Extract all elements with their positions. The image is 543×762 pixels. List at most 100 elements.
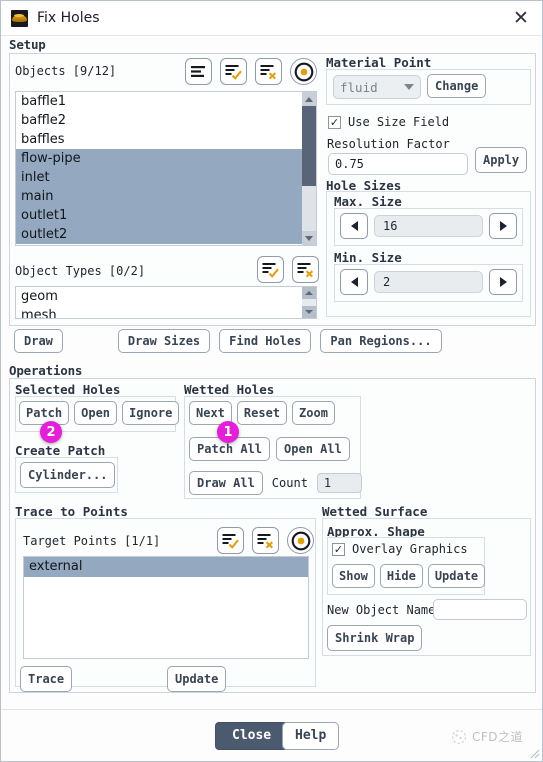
scroll-down-icon[interactable]: [302, 306, 316, 318]
overlay-graphics-row: ✓ Overlay Graphics: [332, 542, 468, 556]
objects-listbox[interactable]: baffle1 baffle2 baffles flow-pipe inlet …: [15, 91, 317, 246]
list-item[interactable]: outlet1: [16, 206, 316, 225]
object-types-list[interactable]: geom mesh: [16, 287, 316, 318]
target-icon[interactable]: [290, 58, 317, 85]
list-item[interactable]: geom: [16, 287, 316, 306]
new-object-name-label: New Object Name: [327, 603, 436, 617]
scroll-up-icon[interactable]: [302, 287, 316, 299]
object-types-listbox[interactable]: geom mesh: [15, 286, 317, 319]
step-badge-2: 2: [40, 421, 62, 443]
draw-all-button[interactable]: Draw All: [189, 471, 263, 495]
deselect-all-icon[interactable]: [292, 256, 319, 283]
shrink-wrap-button[interactable]: Shrink Wrap: [327, 625, 423, 651]
list-item[interactable]: baffle1: [16, 92, 316, 111]
object-types-label: Object Types [0/2]: [15, 264, 146, 278]
deselect-all-icon[interactable]: [255, 58, 282, 85]
overlay-graphics-label: Overlay Graphics: [352, 542, 468, 556]
overlay-graphics-checkbox[interactable]: ✓: [332, 542, 345, 556]
material-point-value: fluid: [340, 79, 378, 95]
min-size-stepper[interactable]: 2: [340, 269, 517, 295]
scrollbar-thumb[interactable]: [302, 106, 316, 186]
scrollbar-track[interactable]: [302, 186, 316, 231]
watermark-text: CFD之道: [472, 730, 524, 744]
scroll-up-icon[interactable]: [302, 92, 316, 106]
list-all-icon[interactable]: [185, 58, 212, 85]
wetted-holes-row2: Patch All Open All: [189, 437, 350, 461]
use-size-field-label: Use Size Field: [348, 115, 450, 129]
list-item[interactable]: mesh: [16, 306, 316, 318]
list-item[interactable]: inlet: [16, 168, 316, 187]
list-item[interactable]: flow-pipe: [16, 149, 316, 168]
pan-regions-button[interactable]: Pan Regions...: [320, 329, 442, 353]
target-icon[interactable]: [287, 527, 314, 554]
resolution-factor-label: Resolution Factor: [327, 137, 450, 151]
objects-toolbar: [185, 58, 317, 85]
open-all-button[interactable]: Open All: [276, 437, 350, 461]
show-button[interactable]: Show: [332, 564, 375, 588]
update-button[interactable]: Update: [167, 666, 227, 692]
watermark: CFD之道: [451, 728, 523, 745]
target-points-listbox[interactable]: external: [23, 556, 309, 659]
use-size-field-checkbox[interactable]: ✓: [328, 115, 341, 129]
list-item[interactable]: external: [24, 557, 308, 577]
setup-group-label: Setup: [9, 37, 46, 52]
select-all-icon[interactable]: [220, 58, 247, 85]
min-size-increment[interactable]: [489, 269, 517, 295]
mesh-icon: [11, 9, 28, 27]
footer-divider: [1, 709, 542, 710]
zoom-button[interactable]: Zoom: [292, 401, 335, 425]
objects-scrollbar[interactable]: [302, 92, 316, 245]
wetted-holes-row3: Draw All Count 1: [189, 471, 362, 495]
min-size-label: Min. Size: [334, 250, 402, 265]
max-size-stepper[interactable]: 16: [340, 213, 517, 239]
approx-shape-buttons: Show Hide Update: [332, 564, 486, 588]
count-label: Count: [271, 476, 308, 490]
target-points-toolbar: [217, 527, 314, 554]
scroll-down-icon[interactable]: [302, 231, 316, 245]
hide-button[interactable]: Hide: [379, 564, 423, 588]
select-all-icon[interactable]: [257, 256, 284, 283]
reset-button[interactable]: Reset: [236, 401, 288, 425]
list-item[interactable]: outlet2: [16, 225, 316, 244]
ignore-button[interactable]: Ignore: [122, 401, 180, 425]
material-point-label: Material Point: [326, 55, 432, 70]
new-object-name-input[interactable]: [433, 599, 527, 620]
close-button[interactable]: Close: [215, 722, 289, 750]
cylinder-button[interactable]: Cylinder...: [20, 462, 116, 488]
list-item[interactable]: baffles: [16, 130, 316, 149]
trace-button[interactable]: Trace: [20, 666, 73, 692]
open-button[interactable]: Open: [74, 401, 118, 425]
fix-holes-dialog: Fix Holes ✕ Setup Objects [9/12] baffle1…: [0, 0, 543, 762]
resize-grip-icon[interactable]: [528, 747, 540, 759]
create-patch-label: Create Patch: [15, 443, 106, 458]
min-size-decrement[interactable]: [340, 269, 368, 295]
setup-actions: Draw Draw Sizes Find Holes Pan Regions..…: [14, 329, 449, 353]
object-types-scrollbar[interactable]: [302, 287, 316, 318]
list-item[interactable]: main: [16, 187, 316, 206]
target-points-label: Target Points [1/1]: [23, 534, 161, 548]
material-point-select[interactable]: fluid: [333, 75, 421, 99]
apply-button[interactable]: Apply: [475, 147, 528, 173]
select-all-icon[interactable]: [217, 527, 244, 554]
resolution-factor-input[interactable]: 0.75: [328, 153, 468, 175]
find-holes-button[interactable]: Find Holes: [219, 329, 312, 353]
scrollbar-track[interactable]: [302, 299, 316, 306]
window-title: Fix Holes: [37, 10, 100, 26]
deselect-all-icon[interactable]: [252, 527, 279, 554]
patch-button[interactable]: Patch: [19, 401, 70, 425]
step-badge-1: 1: [217, 421, 239, 443]
min-size-value[interactable]: 2: [374, 271, 483, 293]
draw-button[interactable]: Draw: [14, 329, 63, 353]
wetted-holes-row1: Next Reset Zoom: [189, 401, 335, 425]
update-shape-button[interactable]: Update: [427, 564, 486, 588]
max-size-increment[interactable]: [489, 213, 517, 239]
change-button[interactable]: Change: [427, 74, 487, 98]
objects-list[interactable]: baffle1 baffle2 baffles flow-pipe inlet …: [16, 92, 316, 244]
max-size-value[interactable]: 16: [374, 215, 483, 237]
max-size-decrement[interactable]: [340, 213, 368, 239]
use-size-field-row: ✓ Use Size Field: [328, 115, 449, 129]
close-icon[interactable]: ✕: [508, 5, 534, 31]
list-item[interactable]: baffle2: [16, 111, 316, 130]
draw-sizes-button[interactable]: Draw Sizes: [117, 329, 211, 353]
help-button[interactable]: Help: [282, 722, 340, 750]
